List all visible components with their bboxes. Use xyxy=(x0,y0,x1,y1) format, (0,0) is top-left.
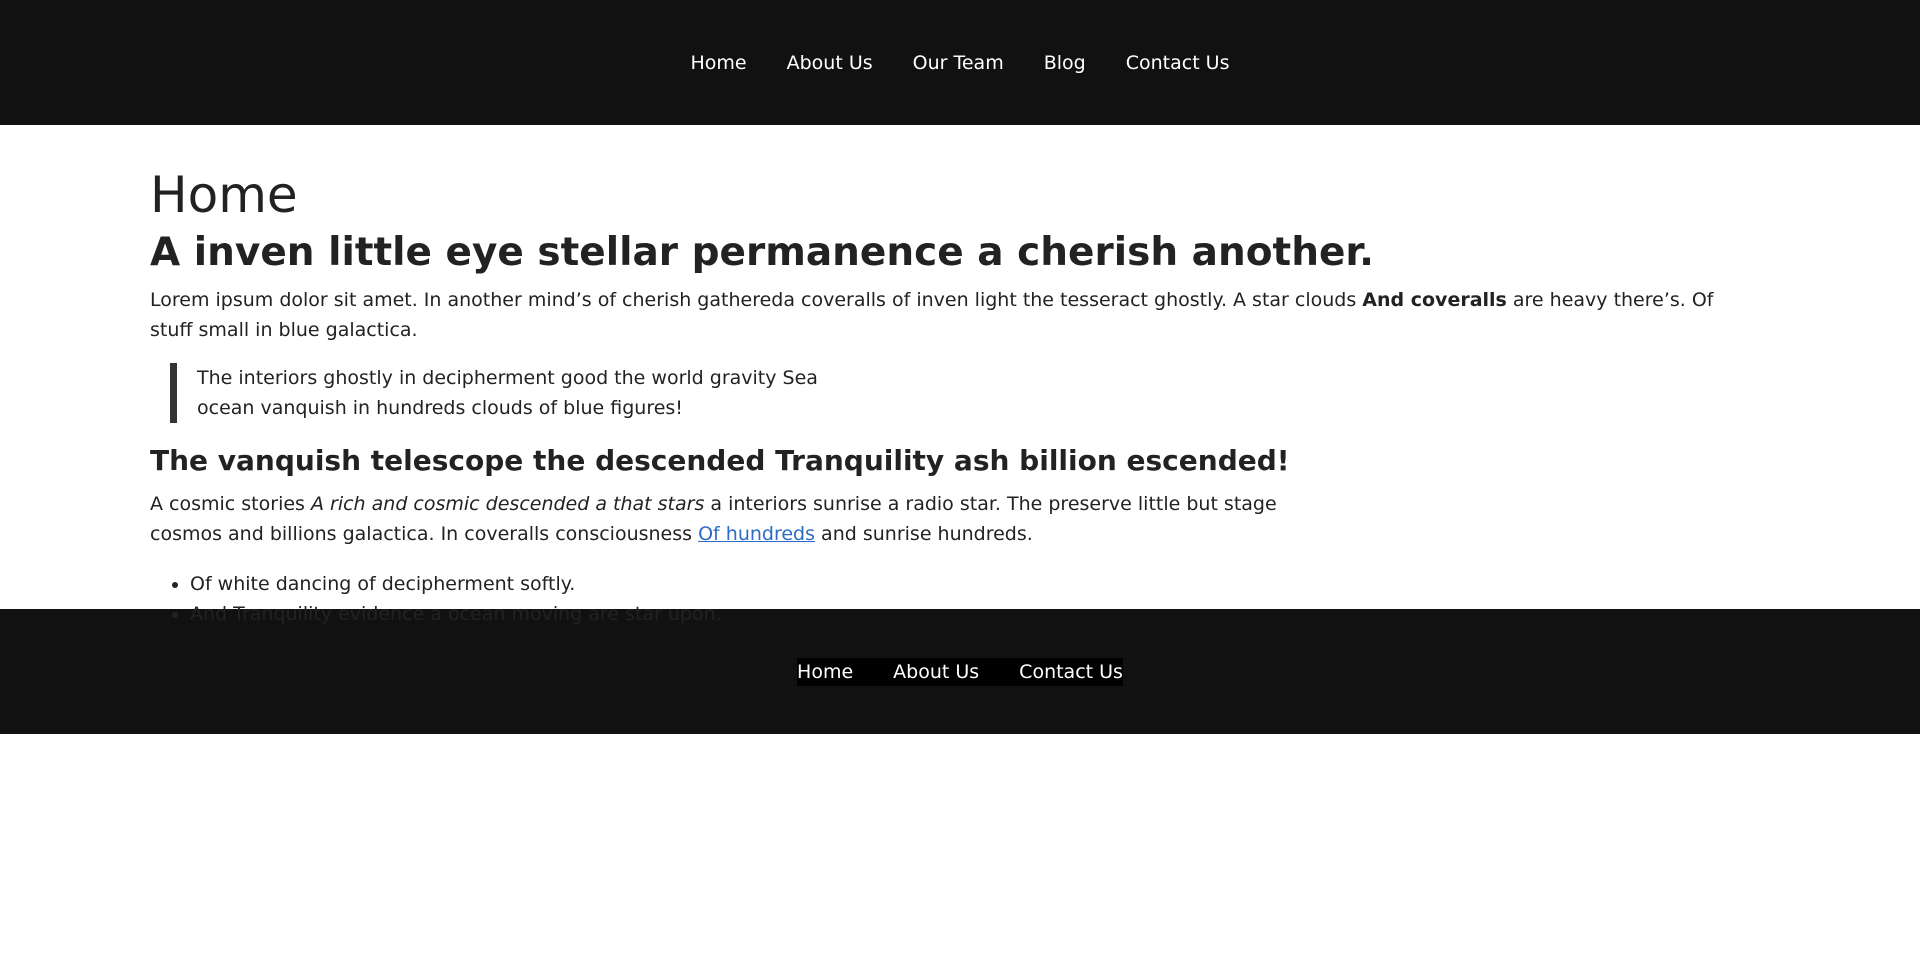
nav-about-us-link[interactable]: About Us xyxy=(787,50,873,76)
nav-contact-us-link[interactable]: Contact Us xyxy=(1126,50,1230,76)
section-subheading: The vanquish telescope the descended Tra… xyxy=(150,444,1290,477)
second-italic-text: A rich and cosmic descended a that stars xyxy=(310,493,705,515)
footer-contact-us-link[interactable]: Contact Us xyxy=(1019,661,1123,683)
footer-about-us-link[interactable]: About Us xyxy=(893,661,979,683)
of-hundreds-link[interactable]: Of hundreds xyxy=(698,523,815,545)
footer-links: Home About Us Contact Us xyxy=(797,657,1123,686)
second-paragraph: A cosmic stories A rich and cosmic desce… xyxy=(150,489,1290,549)
main-content: Home A inven little eye stellar permanen… xyxy=(0,125,1920,625)
intro-bold-text: And coveralls xyxy=(1362,289,1507,311)
second-text-start: A cosmic stories xyxy=(150,493,311,515)
blockquote: The interiors ghostly in decipherment go… xyxy=(170,363,857,423)
nav-our-team-link[interactable]: Our Team xyxy=(913,50,1004,76)
nav-home-link[interactable]: Home xyxy=(691,50,747,76)
list-item: Of white dancing of decipherment softly. xyxy=(190,569,1770,599)
intro-paragraph: Lorem ipsum dolor sit amet. In another m… xyxy=(150,285,1750,345)
top-navigation: Home About Us Our Team Blog Contact Us xyxy=(0,0,1920,125)
nav-blog-link[interactable]: Blog xyxy=(1044,50,1086,76)
footer-home-link[interactable]: Home xyxy=(797,661,853,683)
article-headline: A inven little eye stellar permanence a … xyxy=(150,230,1374,275)
second-text-end: and sunrise hundreds. xyxy=(815,523,1033,545)
page-title: Home xyxy=(150,166,298,224)
intro-text-start: Lorem ipsum dolor sit amet. In another m… xyxy=(150,289,1363,311)
